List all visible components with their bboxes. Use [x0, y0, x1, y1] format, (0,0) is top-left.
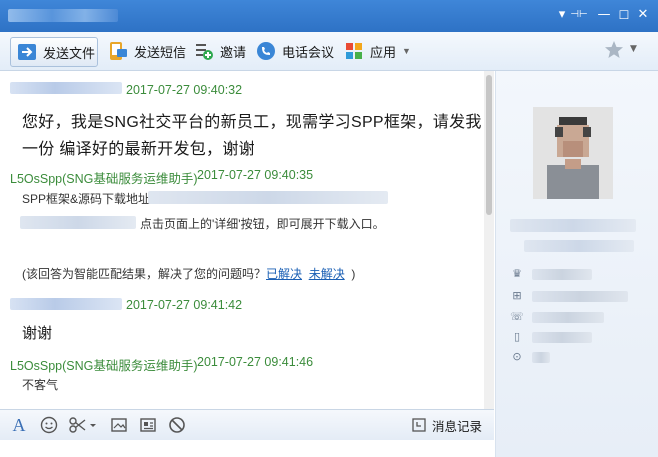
message-history-button[interactable]: 消息记录	[412, 415, 482, 435]
chevron-down-icon: ▼	[402, 46, 411, 56]
contact-level	[532, 268, 592, 280]
minimize-button[interactable]: —	[595, 6, 613, 24]
invite-icon	[194, 41, 214, 61]
close-button[interactable]: ✕	[634, 6, 652, 24]
chevron-down-icon[interactable]: ▼	[630, 44, 637, 54]
send-file-button[interactable]: 发送文件	[10, 37, 98, 67]
bot-sender-name: L5OsSpp(SNG基础服务运维助手)	[10, 172, 198, 186]
message-text: 点击页面上的'详细'按钮，即可展开下载入口。	[140, 217, 385, 231]
bot-sender-name: L5OsSpp(SNG基础服务运维助手)	[10, 359, 198, 373]
location-pin-icon: ⊙	[512, 350, 522, 363]
contact-signature	[524, 240, 634, 252]
message-text: 您好，我是SNG社交平台的新员工，现需学习SPP框架，请发我	[22, 114, 482, 131]
contact-location-row: ⊙	[510, 350, 640, 364]
sender-name	[10, 298, 122, 310]
phone-meeting-button[interactable]: 电话会议	[250, 37, 334, 65]
send-file-icon	[17, 42, 37, 62]
blurred-url	[148, 191, 388, 204]
sender-name	[10, 82, 122, 94]
window-title	[8, 9, 118, 22]
maximize-button[interactable]: ☐	[615, 6, 633, 24]
message-input[interactable]	[0, 440, 494, 457]
star-icon[interactable]	[604, 40, 624, 60]
feedback-prompt: (该回答为智能匹配结果，解决了您的问题吗？已解决 未解决 )	[22, 265, 355, 282]
contact-name	[510, 219, 636, 232]
invite-label: 邀请	[220, 44, 247, 60]
contact-department	[532, 290, 628, 302]
message-history-label: 消息记录	[432, 419, 483, 434]
send-sms-button[interactable]: 发送短信	[102, 37, 186, 65]
telephone-icon: ☏	[510, 310, 524, 323]
phone-icon	[256, 41, 276, 61]
solved-link[interactable]: 已解决	[266, 267, 302, 281]
message-timestamp: 2017-07-27 09:41:42	[126, 298, 243, 312]
message-text: 一份 编译好的最新开发包，谢谢	[22, 141, 255, 158]
download-link-text[interactable]: SPP框架&源码下载地址	[22, 190, 150, 207]
font-icon[interactable]: A	[10, 416, 28, 434]
feedback-close: )	[351, 267, 356, 281]
phone-meeting-label: 电话会议	[282, 44, 335, 60]
message-text: 谢谢	[22, 325, 53, 342]
sms-icon	[108, 41, 128, 61]
invite-button[interactable]: 邀请	[188, 37, 246, 65]
contact-location	[532, 351, 550, 363]
apps-label: 应用	[370, 44, 397, 60]
contact-department-row: ⊞	[510, 289, 640, 303]
message-timestamp: 2017-07-27 09:41:46	[197, 355, 314, 369]
scrollbar-thumb[interactable]	[486, 75, 492, 215]
scissors-icon[interactable]	[68, 416, 98, 434]
feedback-question: (该回答为智能匹配结果，解决了您的问题吗？	[22, 267, 266, 281]
toolbar: 发送文件 发送短信 邀请 电话会议 应用 ▼ ▼	[0, 32, 658, 71]
emoji-icon[interactable]	[40, 416, 58, 434]
apps-grid-icon	[344, 41, 364, 61]
send-sms-label: 发送短信	[134, 44, 187, 60]
contact-phone	[532, 311, 604, 323]
block-icon[interactable]	[168, 416, 186, 434]
unsolved-link[interactable]: 未解决	[309, 267, 345, 281]
message-text: 不客气	[22, 378, 59, 392]
menu-dropdown-icon[interactable]: ▾	[553, 6, 571, 24]
org-tree-icon: ⊞	[512, 289, 522, 302]
crown-icon: ♛	[512, 267, 522, 280]
title-bar: ▾ ⊣⊢ — ☐ ✕	[0, 0, 658, 32]
message-timestamp: 2017-07-27 09:40:32	[126, 83, 243, 97]
contact-mobile-row: ▯	[510, 330, 640, 344]
input-toolbar: A 消息记录	[0, 409, 494, 440]
mobile-icon: ▯	[513, 330, 521, 343]
image-icon[interactable]	[139, 416, 157, 434]
contact-level-row: ♛	[510, 267, 640, 281]
send-file-label: 发送文件	[43, 45, 96, 61]
avatar[interactable]	[533, 107, 613, 199]
contact-phone-row: ☏	[510, 310, 640, 324]
apps-button[interactable]: 应用 ▼	[338, 37, 411, 65]
screenshot-icon[interactable]	[110, 416, 128, 434]
contact-mobile	[532, 331, 592, 343]
history-icon	[412, 418, 426, 432]
pin-icon[interactable]: ⊣⊢	[570, 6, 588, 24]
message-timestamp: 2017-07-27 09:40:35	[197, 168, 314, 182]
blurred-text	[20, 216, 136, 229]
